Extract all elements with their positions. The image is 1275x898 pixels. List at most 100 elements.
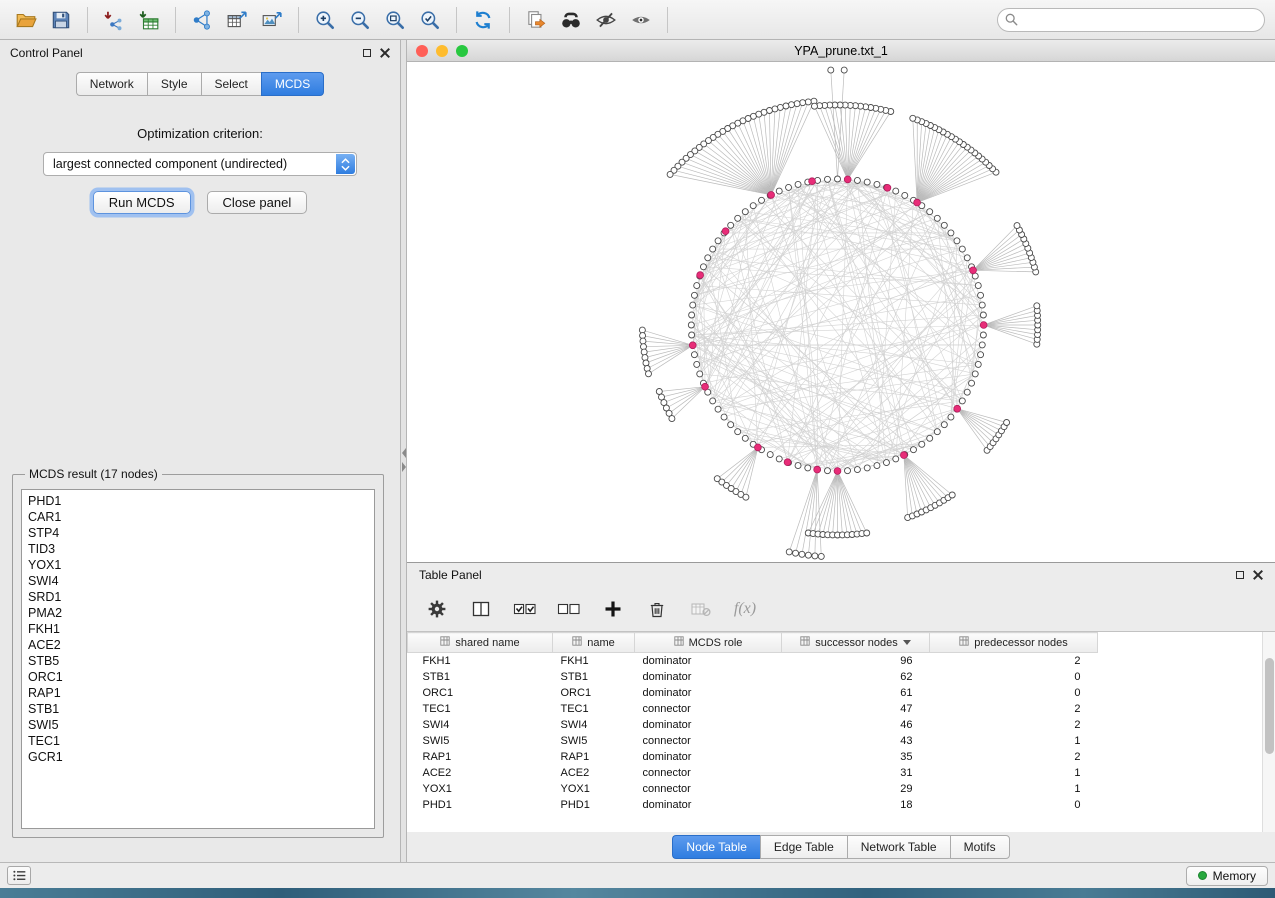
export-image-icon[interactable] xyxy=(256,5,288,35)
close-panel-icon[interactable] xyxy=(380,48,390,58)
cell-MCDS-role: connector xyxy=(635,765,782,781)
save-icon[interactable] xyxy=(45,5,77,35)
mcds-result-title: MCDS result (17 nodes) xyxy=(25,467,162,481)
zoom-out-icon[interactable] xyxy=(344,5,376,35)
column-header-predecessor-nodes[interactable]: predecessor nodes xyxy=(930,633,1098,653)
table-row[interactable]: SWI5SWI5connector431 xyxy=(408,733,1098,749)
table-row[interactable]: YOX1YOX1connector291 xyxy=(408,781,1098,797)
close-table-panel-icon[interactable] xyxy=(1253,570,1263,580)
table-row[interactable]: PHD1PHD1dominator180 xyxy=(408,797,1098,813)
tab-node-table[interactable]: Node Table xyxy=(672,835,760,859)
mcds-result-item[interactable]: SWI4 xyxy=(28,573,368,589)
columns-icon[interactable] xyxy=(469,594,493,624)
import-table-icon[interactable] xyxy=(133,5,165,35)
cell-MCDS-role: dominator xyxy=(635,653,782,669)
float-panel-icon[interactable] xyxy=(363,49,371,57)
network-graph[interactable] xyxy=(407,62,1275,562)
mcds-result-item[interactable]: ORC1 xyxy=(28,669,368,685)
toolbar-separator xyxy=(456,7,457,33)
network-edges xyxy=(691,179,983,471)
mcds-result-item[interactable]: SRD1 xyxy=(28,589,368,605)
table-row[interactable]: ORC1ORC1dominator610 xyxy=(408,685,1098,701)
column-type-icon xyxy=(800,636,810,649)
close-window-icon[interactable] xyxy=(416,45,428,57)
deselect-all-icon[interactable] xyxy=(557,594,581,624)
mcds-result-item[interactable]: TEC1 xyxy=(28,733,368,749)
mcds-result-item[interactable]: CAR1 xyxy=(28,509,368,525)
eye-slash-icon[interactable] xyxy=(590,5,622,35)
table-row[interactable]: STB1STB1dominator620 xyxy=(408,669,1098,685)
mcds-result-item[interactable]: TID3 xyxy=(28,541,368,557)
destroy-table-icon[interactable] xyxy=(689,594,713,624)
minimize-window-icon[interactable] xyxy=(436,45,448,57)
table-scrollbar[interactable] xyxy=(1262,632,1275,832)
cell-shared-name: RAP1 xyxy=(408,749,553,765)
collapse-left-icon[interactable] xyxy=(402,448,406,458)
tab-motifs[interactable]: Motifs xyxy=(950,835,1010,859)
tab-mcds[interactable]: MCDS xyxy=(261,72,324,96)
tab-select[interactable]: Select xyxy=(201,72,261,96)
delete-icon[interactable] xyxy=(645,594,669,624)
column-header-successor-nodes[interactable]: successor nodes xyxy=(782,633,930,653)
zoom-fit-icon[interactable] xyxy=(379,5,411,35)
task-history-button[interactable] xyxy=(7,866,31,885)
table-row[interactable]: RAP1RAP1dominator352 xyxy=(408,749,1098,765)
mcds-result-item[interactable]: YOX1 xyxy=(28,557,368,573)
binoculars-icon[interactable] xyxy=(555,5,587,35)
copy-share-icon[interactable] xyxy=(520,5,552,35)
zoom-in-icon[interactable] xyxy=(309,5,341,35)
mcds-result-item[interactable]: FKH1 xyxy=(28,621,368,637)
settings-icon[interactable] xyxy=(425,594,449,624)
tab-style[interactable]: Style xyxy=(147,72,201,96)
float-table-panel-icon[interactable] xyxy=(1236,571,1244,579)
cell-predecessor-nodes: 1 xyxy=(930,733,1098,749)
add-icon[interactable] xyxy=(601,594,625,624)
scrollbar-thumb[interactable] xyxy=(1265,658,1274,754)
column-header-MCDS-role[interactable]: MCDS role xyxy=(635,633,782,653)
toolbar-separator xyxy=(667,7,668,33)
tab-edge-table[interactable]: Edge Table xyxy=(760,835,847,859)
maximize-window-icon[interactable] xyxy=(456,45,468,57)
mcds-result-item[interactable]: PMA2 xyxy=(28,605,368,621)
mcds-result-item[interactable]: GCR1 xyxy=(28,749,368,765)
run-mcds-button[interactable]: Run MCDS xyxy=(93,191,191,214)
mcds-result-item[interactable]: ACE2 xyxy=(28,637,368,653)
mcds-result-item[interactable]: RAP1 xyxy=(28,685,368,701)
column-header-shared-name[interactable]: shared name xyxy=(408,633,553,653)
mcds-result-item[interactable]: STB5 xyxy=(28,653,368,669)
table-row[interactable]: FKH1FKH1dominator962 xyxy=(408,653,1098,669)
apply-function-icon[interactable]: f(x) xyxy=(733,594,757,624)
optimization-criterion-select[interactable]: largest connected component (undirected) xyxy=(43,152,357,176)
close-panel-button[interactable]: Close panel xyxy=(207,191,308,214)
toolbar-separator xyxy=(298,7,299,33)
import-network-icon[interactable] xyxy=(98,5,130,35)
table-row[interactable]: TEC1TEC1connector472 xyxy=(408,701,1098,717)
column-header-name[interactable]: name xyxy=(553,633,635,653)
tab-network-table[interactable]: Network Table xyxy=(847,835,950,859)
network-view-window: YPA_prune.txt_1 xyxy=(407,40,1275,563)
network-canvas[interactable] xyxy=(407,62,1275,562)
mcds-result-item[interactable]: SWI5 xyxy=(28,717,368,733)
mcds-result-item[interactable]: STP4 xyxy=(28,525,368,541)
mcds-result-item[interactable]: STB1 xyxy=(28,701,368,717)
search-icon xyxy=(1005,13,1018,26)
open-folder-icon[interactable] xyxy=(10,5,42,35)
panel-splitter[interactable] xyxy=(400,40,407,862)
mcds-result-item[interactable]: PHD1 xyxy=(28,493,368,509)
network-share-icon[interactable] xyxy=(186,5,218,35)
table-panel: Table Panel f(x) shared namenameMCDS rol… xyxy=(407,563,1275,862)
search-input[interactable] xyxy=(997,8,1265,32)
table-panel-header: Table Panel xyxy=(407,563,1275,587)
zoom-selected-icon[interactable] xyxy=(414,5,446,35)
cell-MCDS-role: dominator xyxy=(635,669,782,685)
memory-button[interactable]: Memory xyxy=(1186,866,1268,886)
table-row[interactable]: ACE2ACE2connector311 xyxy=(408,765,1098,781)
export-table-icon[interactable] xyxy=(221,5,253,35)
select-all-icon[interactable] xyxy=(513,594,537,624)
collapse-right-icon[interactable] xyxy=(402,462,406,472)
refresh-icon[interactable] xyxy=(467,5,499,35)
tab-network[interactable]: Network xyxy=(76,72,147,96)
eye-icon[interactable] xyxy=(625,5,657,35)
mcds-result-list[interactable]: PHD1CAR1STP4TID3YOX1SWI4SRD1PMA2FKH1ACE2… xyxy=(21,489,375,829)
table-row[interactable]: SWI4SWI4dominator462 xyxy=(408,717,1098,733)
